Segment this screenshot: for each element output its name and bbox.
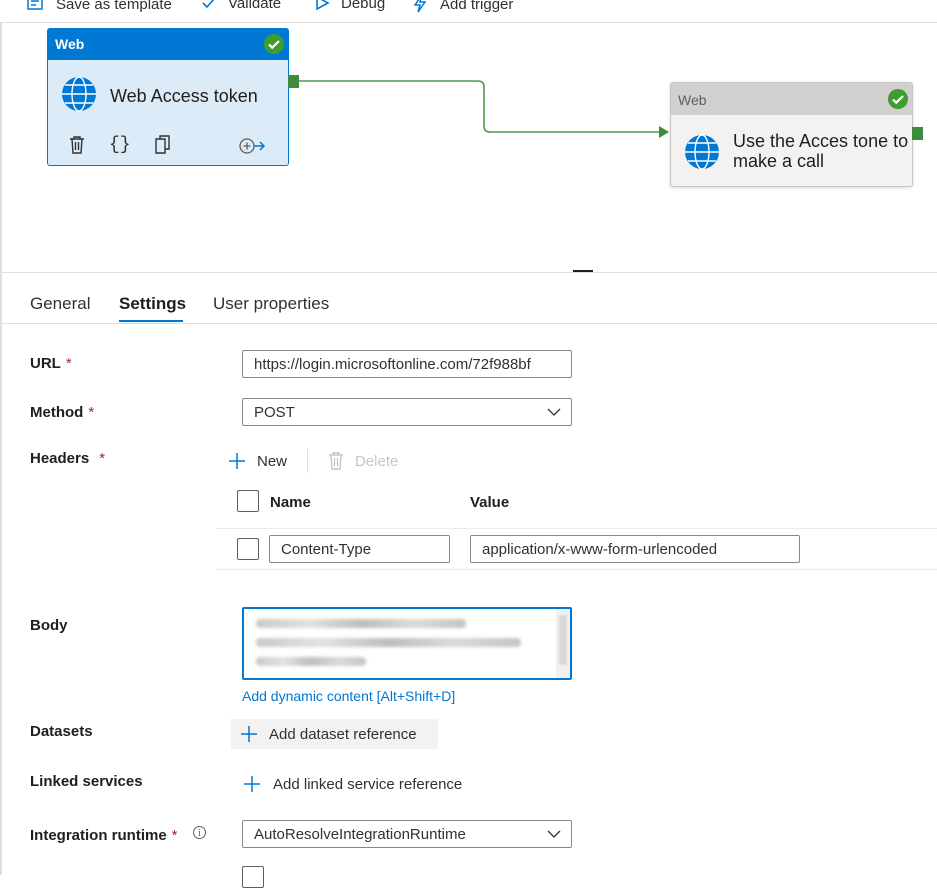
integration-runtime-select[interactable]: AutoResolveIntegrationRuntime [242, 820, 572, 848]
header-name-input[interactable]: Content-Type [269, 535, 450, 563]
tab-user-properties[interactable]: User properties [213, 294, 329, 314]
success-check-icon [888, 89, 908, 109]
method-label: Method * [30, 404, 95, 421]
panel-left-border [0, 273, 2, 875]
add-dataset-reference-label: Add dataset reference [269, 725, 417, 743]
node2-output-port[interactable] [912, 127, 923, 140]
chevron-down-icon [547, 408, 561, 416]
add-dataset-reference-button[interactable]: Add dataset reference [231, 719, 438, 749]
active-tab-indicator [119, 320, 183, 322]
debug-label: Debug [341, 0, 386, 12]
add-trigger-label: Add trigger [440, 0, 514, 13]
panel-divider [0, 272, 937, 273]
copy-icon[interactable] [154, 135, 172, 155]
url-label: URL * [30, 355, 72, 372]
success-check-icon [264, 34, 284, 54]
datasets-label: Datasets [30, 723, 93, 740]
delete-icon[interactable] [68, 135, 86, 155]
globe-icon [685, 134, 719, 170]
activity-type-label: Web [55, 36, 85, 52]
lightning-icon [413, 0, 427, 13]
command-separator [307, 449, 308, 473]
new-header-button[interactable]: New [227, 451, 287, 471]
body-label: Body [30, 617, 68, 634]
tab-general[interactable]: General [30, 294, 90, 314]
save-as-template-button[interactable]: Save as template [26, 0, 172, 14]
body-scrollbar[interactable] [556, 609, 570, 678]
required-mark: * [99, 450, 106, 467]
code-icon[interactable]: {} [109, 135, 131, 155]
delete-header-button[interactable]: Delete [327, 451, 398, 471]
node1-output-port[interactable] [288, 75, 299, 88]
activity-title: Use the Acces tone to make a call [733, 131, 908, 171]
header-row-divider [216, 528, 937, 529]
activity-use-access-token[interactable]: Web Use the Acces tone to make a call [670, 82, 913, 187]
method-select[interactable]: POST [242, 398, 572, 426]
select-all-checkbox[interactable] [237, 490, 259, 512]
info-icon[interactable]: i [193, 826, 206, 839]
header-row-divider [216, 569, 937, 570]
integration-runtime-value: AutoResolveIntegrationRuntime [254, 826, 466, 843]
activity-header: Web [671, 83, 912, 115]
header-col-name: Name [270, 494, 311, 511]
header-row-checkbox[interactable] [237, 538, 259, 560]
add-linked-service-button[interactable]: Add linked service reference [242, 774, 462, 794]
tabs-divider [0, 323, 937, 324]
add-trigger-button[interactable]: Add trigger [410, 0, 513, 14]
globe-icon [62, 76, 96, 112]
scrollbar-thumb[interactable] [559, 615, 567, 665]
activity-web-access-token[interactable]: Web Web Access token {} [47, 28, 289, 166]
resize-handle[interactable] [573, 270, 593, 272]
save-as-template-label: Save as template [56, 0, 172, 13]
header-value-input[interactable]: application/x-www-form-urlencoded [470, 535, 800, 563]
activity-title-line1: Use the Acces tone to [733, 131, 909, 151]
activity-type-label: Web [678, 92, 707, 108]
validate-button[interactable]: Validate [200, 0, 281, 12]
plus-icon [244, 776, 260, 792]
validate-label: Validate [228, 0, 282, 12]
redacted-text [256, 619, 466, 628]
template-icon [27, 0, 43, 10]
delete-icon [329, 452, 343, 470]
integration-runtime-label: Integration runtime * [30, 827, 178, 844]
partial-checkbox[interactable] [242, 866, 264, 888]
activity-title-line2: make a call [733, 151, 825, 171]
headers-label: Headers * [30, 450, 106, 467]
required-mark: * [65, 355, 72, 372]
pipeline-canvas[interactable]: Web Web Access token {} Web Use the Acce… [0, 23, 937, 272]
activity-title: Web Access token [110, 86, 258, 106]
activity-header: Web [48, 29, 288, 60]
tab-settings[interactable]: Settings [119, 294, 186, 314]
method-value: POST [254, 404, 295, 421]
add-output-icon[interactable] [238, 137, 266, 155]
add-dynamic-content-link[interactable]: Add dynamic content [Alt+Shift+D] [242, 688, 455, 704]
plus-icon [241, 726, 257, 742]
linked-services-label: Linked services [30, 773, 143, 790]
redacted-text [256, 657, 366, 666]
debug-button[interactable]: Debug [313, 0, 385, 12]
plus-icon [229, 453, 245, 469]
chevron-down-icon [547, 830, 561, 838]
checkmark-icon [202, 0, 215, 9]
new-header-label: New [257, 452, 288, 470]
toolbar: Save as template Validate Debug Add trig… [0, 0, 937, 23]
add-linked-service-label: Add linked service reference [273, 775, 463, 793]
delete-header-label: Delete [355, 452, 399, 470]
url-input[interactable]: https://login.microsoftonline.com/72f988… [242, 350, 572, 378]
required-mark: * [171, 827, 178, 844]
header-col-value: Value [470, 494, 510, 511]
play-icon [316, 0, 330, 11]
redacted-text [256, 638, 521, 647]
required-mark: * [88, 404, 95, 421]
body-textarea[interactable] [242, 607, 572, 680]
